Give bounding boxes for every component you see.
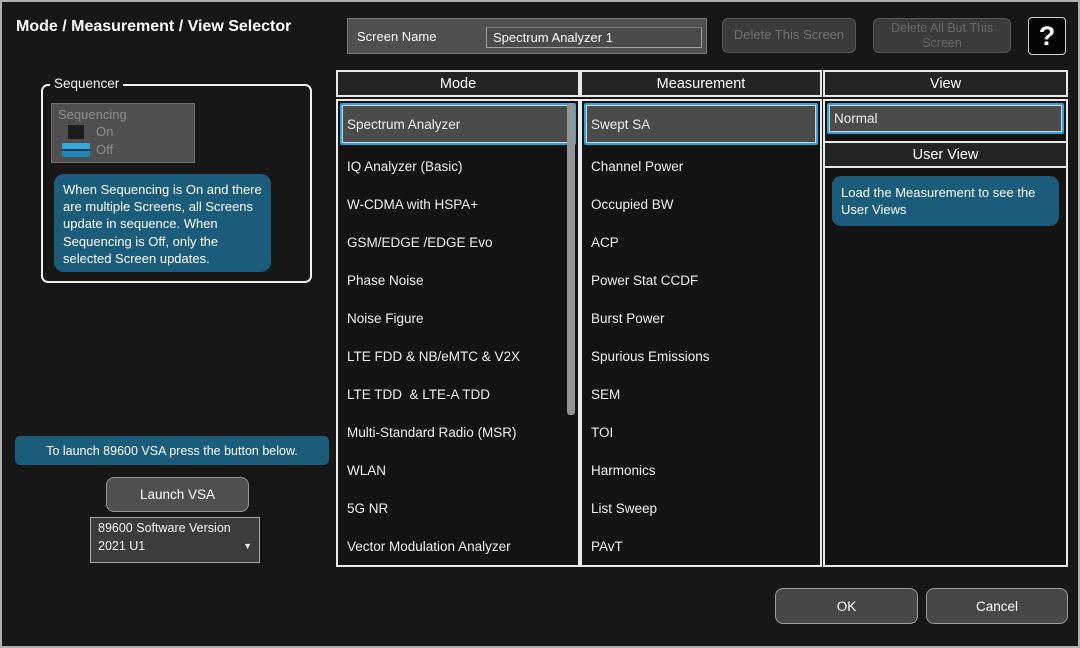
view-column-header: View <box>823 70 1068 97</box>
delete-all-but-this-screen-button[interactable]: Delete All But This Screen <box>873 18 1011 53</box>
sequencer-group-label: Sequencer <box>50 76 123 91</box>
mode-item[interactable]: LTE TDD & LTE-A TDD <box>338 375 578 413</box>
sequencing-toggle[interactable]: Sequencing On Off <box>51 103 195 163</box>
measurement-item[interactable]: List Sweep <box>582 489 820 527</box>
measurement-item[interactable]: Occupied BW <box>582 185 820 223</box>
sequencing-off-option[interactable]: Off <box>58 141 194 158</box>
cancel-button[interactable]: Cancel <box>926 588 1068 624</box>
measurement-list: Swept SA Channel Power Occupied BW ACP P… <box>580 99 822 567</box>
mode-list: Spectrum Analyzer IQ Analyzer (Basic) W-… <box>336 99 580 567</box>
sequencing-label: Sequencing <box>58 107 194 122</box>
mode-item[interactable]: 5G NR <box>338 489 578 527</box>
mode-item[interactable]: Multi-Standard Radio (MSR) <box>338 413 578 451</box>
mode-item[interactable]: Spectrum Analyzer <box>340 103 576 145</box>
measurement-item[interactable]: Burst Power <box>582 299 820 337</box>
view-item[interactable]: Normal <box>827 103 1064 134</box>
measurement-item[interactable]: Spurious Emissions <box>582 337 820 375</box>
screen-name-label: Screen Name <box>348 29 436 44</box>
mode-item[interactable]: W-CDMA with HSPA+ <box>338 185 578 223</box>
measurement-item[interactable]: TOI <box>582 413 820 451</box>
screen-name-control: Screen Name Spectrum Analyzer 1 <box>347 18 707 54</box>
mode-list-scrollbar-thumb[interactable] <box>567 103 575 415</box>
mode-column-header: Mode <box>336 70 580 97</box>
measurement-item[interactable]: Power Stat CCDF <box>582 261 820 299</box>
sequencer-group: Sequencer Sequencing On Off When Sequenc… <box>41 84 312 283</box>
mode-item[interactable]: LTE FDD & NB/eMTC & V2X <box>338 337 578 375</box>
mode-item[interactable]: Phase Noise <box>338 261 578 299</box>
delete-this-screen-button[interactable]: Delete This Screen <box>722 18 856 53</box>
toggle-on-indicator <box>68 125 84 139</box>
mode-item[interactable]: IQ Analyzer (Basic) <box>338 147 578 185</box>
measurement-item[interactable]: Channel Power <box>582 147 820 185</box>
help-button[interactable]: ? <box>1028 17 1066 55</box>
vsa-version-value: 2021 U1 <box>98 539 145 553</box>
toggle-off-indicator <box>62 143 90 157</box>
sequencing-on-option[interactable]: On <box>58 123 194 140</box>
mode-item[interactable]: Vector Modulation Analyzer <box>338 527 578 565</box>
user-view-note: Load the Measurement to see the User Vie… <box>832 176 1059 226</box>
vsa-launch-note: To launch 89600 VSA press the button bel… <box>15 436 329 465</box>
sequencing-off-label: Off <box>96 142 113 157</box>
launch-vsa-button[interactable]: Launch VSA <box>106 477 249 512</box>
vsa-version-label: 89600 Software Version <box>98 521 252 535</box>
sequencing-on-label: On <box>96 124 113 139</box>
mode-item[interactable]: GSM/EDGE /EDGE Evo <box>338 223 578 261</box>
mode-measurement-view-selector-dialog: Mode / Measurement / View Selector Scree… <box>0 0 1080 648</box>
measurement-item[interactable]: ACP <box>582 223 820 261</box>
screen-name-input[interactable]: Spectrum Analyzer 1 <box>486 27 702 48</box>
mode-item[interactable]: WLAN <box>338 451 578 489</box>
page-title: Mode / Measurement / View Selector <box>16 18 291 36</box>
vsa-version-dropdown[interactable]: 89600 Software Version 2021 U1 ▼ <box>90 517 260 563</box>
measurement-item[interactable]: Swept SA <box>584 103 818 145</box>
measurement-item[interactable]: SEM <box>582 375 820 413</box>
mode-item[interactable]: Noise Figure <box>338 299 578 337</box>
caret-down-icon: ▼ <box>243 541 252 551</box>
ok-button[interactable]: OK <box>775 588 918 624</box>
measurement-column-header: Measurement <box>580 70 822 97</box>
user-view-header: User View <box>823 141 1068 168</box>
sequencing-info-text: When Sequencing is On and there are mult… <box>54 174 271 272</box>
measurement-item[interactable]: PAvT <box>582 527 820 565</box>
measurement-item[interactable]: Harmonics <box>582 451 820 489</box>
view-list: Normal User View Load the Measurement to… <box>823 99 1068 567</box>
question-mark-icon: ? <box>1039 21 1056 52</box>
